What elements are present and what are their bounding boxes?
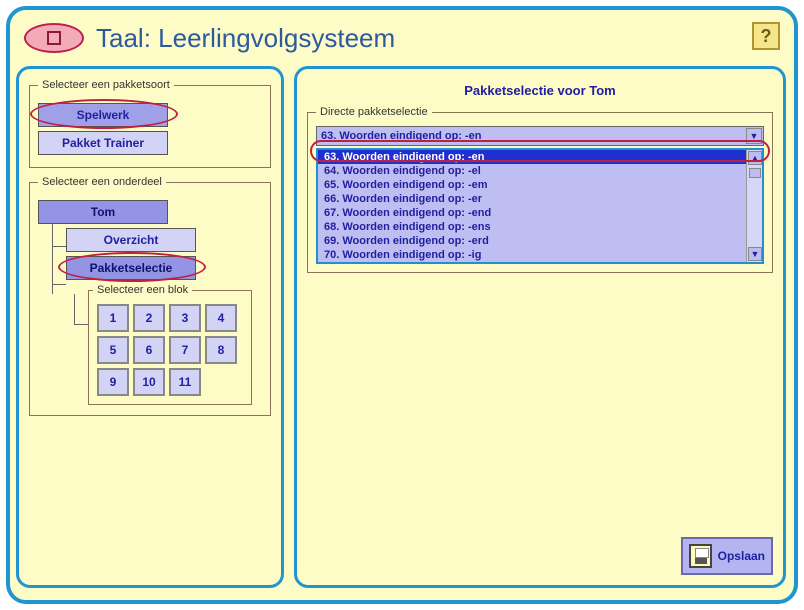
page-title: Taal: Leerlingvolgsysteem — [96, 23, 395, 54]
block-6[interactable]: 6 — [133, 336, 165, 364]
content: Selecteer een pakketsoort Spelwerk Pakke… — [16, 66, 788, 588]
spelwerk-button[interactable]: Spelwerk — [38, 103, 168, 127]
block-3[interactable]: 3 — [169, 304, 201, 332]
pakket-trainer-button[interactable]: Pakket Trainer — [38, 131, 168, 155]
scroll-up-icon[interactable]: ▲ — [748, 151, 762, 165]
block-5[interactable]: 5 — [97, 336, 129, 364]
legend-pakketsoort: Selecteer een pakketsoort — [38, 79, 174, 91]
fieldset-directe: Directe pakketselectie 63. Woorden eindi… — [307, 106, 773, 273]
help-icon: ? — [761, 26, 772, 47]
tree-student[interactable]: Tom — [38, 200, 168, 224]
block-10[interactable]: 10 — [133, 368, 165, 396]
list-item[interactable]: 65. Woorden eindigend op: -em — [318, 178, 746, 192]
block-7[interactable]: 7 — [169, 336, 201, 364]
titlebar: Taal: Leerlingvolgsysteem ? — [16, 16, 788, 60]
block-8[interactable]: 8 — [205, 336, 237, 364]
right-panel: Pakketselectie voor Tom Directe pakketse… — [294, 66, 786, 588]
list-item[interactable]: 67. Woorden eindigend op: -end — [318, 206, 746, 220]
help-button[interactable]: ? — [752, 22, 780, 50]
block-1[interactable]: 1 — [97, 304, 129, 332]
scrollbar[interactable]: ▲ ▼ — [746, 150, 762, 262]
scroll-thumb[interactable] — [749, 168, 761, 178]
tree: Tom Overzicht Pakketselectie Selecteer e… — [38, 200, 262, 405]
right-title: Pakketselectie voor Tom — [307, 83, 773, 98]
legend-directe: Directe pakketselectie — [316, 106, 432, 118]
combo-wrap: 63. Woorden eindigend op: -en ▼ 63. Woor… — [316, 126, 764, 264]
legend-onderdeel: Selecteer een onderdeel — [38, 176, 166, 188]
pakket-combobox[interactable]: 63. Woorden eindigend op: -en ▼ — [316, 126, 764, 146]
save-icon — [689, 544, 712, 568]
list-item[interactable]: 70. Woorden eindigend op: -ig — [318, 248, 746, 262]
square-icon — [47, 31, 61, 45]
block-grid: 1 2 3 4 5 6 7 8 9 10 11 — [93, 300, 247, 400]
block-11[interactable]: 11 — [169, 368, 201, 396]
chevron-down-icon[interactable]: ▼ — [746, 128, 762, 144]
block-4[interactable]: 4 — [205, 304, 237, 332]
list-item[interactable]: 63. Woorden eindigend op: -en — [318, 150, 746, 164]
tree-overzicht[interactable]: Overzicht — [66, 228, 196, 252]
list-item[interactable]: 68. Woorden eindigend op: -ens — [318, 220, 746, 234]
block-2[interactable]: 2 — [133, 304, 165, 332]
combo-selected-text: 63. Woorden eindigend op: -en — [321, 130, 482, 142]
list-item[interactable]: 64. Woorden eindigend op: -el — [318, 164, 746, 178]
save-label: Opslaan — [718, 549, 765, 563]
app-icon[interactable] — [24, 23, 84, 53]
tree-pakketselectie[interactable]: Pakketselectie — [66, 256, 196, 280]
block-9[interactable]: 9 — [97, 368, 129, 396]
fieldset-blok: Selecteer een blok 1 2 3 4 5 6 7 8 9 10 — [88, 284, 252, 405]
list-item[interactable]: 69. Woorden eindigend op: -erd — [318, 234, 746, 248]
list-item[interactable]: 66. Woorden eindigend op: -er — [318, 192, 746, 206]
legend-blok: Selecteer een blok — [93, 284, 192, 296]
fieldset-onderdeel: Selecteer een onderdeel Tom Overzicht Pa… — [29, 176, 271, 416]
save-button[interactable]: Opslaan — [681, 537, 773, 575]
app-window: Taal: Leerlingvolgsysteem ? Selecteer ee… — [6, 6, 798, 604]
pakket-listbox[interactable]: 63. Woorden eindigend op: -en 64. Woorde… — [316, 148, 764, 264]
fieldset-pakketsoort: Selecteer een pakketsoort Spelwerk Pakke… — [29, 79, 271, 168]
scroll-down-icon[interactable]: ▼ — [748, 247, 762, 261]
left-panel: Selecteer een pakketsoort Spelwerk Pakke… — [16, 66, 284, 588]
